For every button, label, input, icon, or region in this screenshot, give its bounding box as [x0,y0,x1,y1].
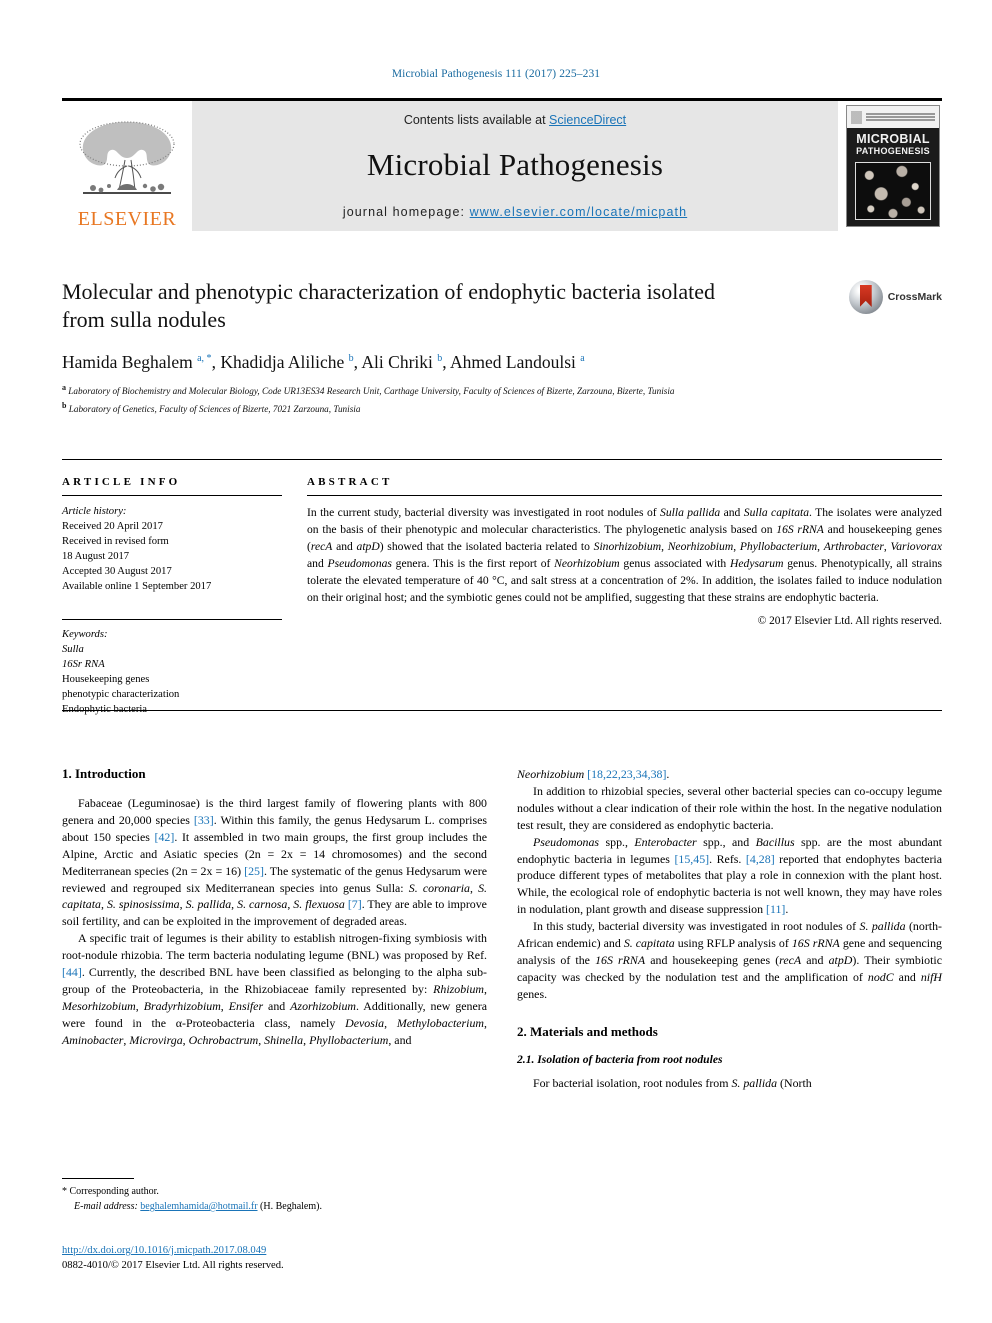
keyword-item: Sulla [62,644,84,656]
article-info-divider [62,495,282,496]
info-rule-top [62,459,942,460]
article-info-column: ARTICLE INFO Article history: Received 2… [62,476,282,717]
info-rule-bottom [62,710,942,711]
paragraph: A specific trait of legumes is their abi… [62,931,488,1047]
affiliation-b: b Laboratory of Genetics, Faculty of Sci… [62,400,852,416]
paragraph: In addition to rhizobial species, severa… [517,783,942,832]
journal-title: Microbial Pathogenesis [366,147,664,182]
section-heading-introduction: 1. Introduction [62,766,146,781]
keywords-block: Keywords: Sulla 16Sr RNA Housekeeping ge… [62,627,282,717]
abstract-heading: ABSTRACT [307,476,393,488]
corresponding-author-footnote: * Corresponding author. E-mail address: … [62,1178,487,1214]
abstract-divider [307,495,942,496]
crossmark-label: CrossMark [887,291,942,303]
author-list: Hamida Beghalem a, *, Khadidja Aliliche … [62,352,585,373]
paragraph: Fabaceae (Leguminosae) is the third larg… [62,796,487,929]
body-right-column: Neorhizobium [18,22,23,34,38]. In additi… [517,766,942,1092]
asterisk-icon: * [62,1186,67,1197]
doi-block: http://dx.doi.org/10.1016/j.micpath.2017… [62,1243,487,1274]
corresponding-author-label: Corresponding author. [69,1186,159,1197]
info-abstract-region: ARTICLE INFO Article history: Received 2… [62,476,942,717]
contents-line: Contents lists available at ScienceDirec… [202,113,828,127]
cover-mini-logo-icon [851,110,862,124]
article-title-block: Molecular and phenotypic characterizatio… [62,278,942,416]
paragraph: In this study, bacterial diversity was i… [517,919,942,1001]
history-item: Received in revised form [62,536,169,548]
paragraph: Pseudomonas spp., Enterobacter spp., and… [517,834,942,917]
cover-title: MICROBIAL PATHOGENESIS [847,128,939,157]
masthead-center: Contents lists available at ScienceDirec… [192,101,838,231]
abstract-column: ABSTRACT In the current study, bacterial… [307,476,942,717]
affiliation-mark-b: b [62,400,67,410]
cover-title-line1: MICROBIAL [856,132,930,146]
doi-link[interactable]: http://dx.doi.org/10.1016/j.micpath.2017… [62,1245,266,1256]
history-item: Available online 1 September 2017 [62,581,212,593]
keyword-item: phenotypic characterization [62,689,180,701]
cover-title-line2: PATHOGENESIS [856,146,930,157]
journal-homepage-link[interactable]: www.elsevier.com/locate/micpath [470,205,688,219]
paragraph: Neorhizobium [18,22,23,34,38]. [517,767,670,781]
crossmark-badge[interactable]: CrossMark [848,280,942,314]
body-two-columns: 1. Introduction Fabaceae (Leguminosae) i… [62,766,942,1092]
elsevier-wordmark: ELSEVIER [77,208,177,230]
history-item: 18 August 2017 [62,551,130,563]
abstract-copyright: © 2017 Elsevier Ltd. All rights reserved… [757,615,942,628]
body-left-column: 1. Introduction Fabaceae (Leguminosae) i… [62,766,487,1092]
homepage-prefix: journal homepage: [342,205,470,219]
affiliation-a: a Laboratory of Biochemistry and Molecul… [62,382,852,398]
journal-masthead: ELSEVIER Contents lists available at Sci… [62,98,942,231]
article-history-label: Article history: [62,506,127,517]
sciencedirect-link[interactable]: ScienceDirect [549,113,626,127]
elsevier-tree-icon [79,121,175,194]
keyword-item: 16Sr RNA [62,659,105,671]
cover-header-strip [847,106,939,128]
paper-page: Microbial Pathogenesis 111 (2017) 225–23… [0,0,992,1323]
cover-micrograph-image [855,162,931,220]
subsection-heading-isolation: 2.1. Isolation of bacteria from root nod… [517,1052,723,1066]
running-head: Microbial Pathogenesis 111 (2017) 225–23… [391,68,601,80]
footnote-rule [62,1178,134,1179]
history-item: Received 20 April 2017 [62,521,163,533]
keyword-item: Housekeeping genes [62,674,150,686]
keywords-divider [62,619,282,621]
keywords-label: Keywords: [62,629,108,641]
email-link[interactable]: beghalemhamida@hotmail.fr [140,1201,257,1212]
affiliation-mark-a: a [62,383,66,393]
affiliation-text-b: Laboratory of Genetics, Faculty of Scien… [68,403,361,414]
email-line: E-mail address: beghalemhamida@hotmail.f… [62,1199,487,1214]
abstract-text: In the current study, bacterial diversit… [307,506,943,605]
crossmark-icon [848,280,883,314]
affiliation-text-a: Laboratory of Biochemistry and Molecular… [68,386,675,397]
section-heading-materials-and-methods: 2. Materials and methods [517,1023,658,1039]
corresponding-author-line: * Corresponding author. [62,1184,487,1199]
journal-homepage-line: journal homepage: www.elsevier.com/locat… [202,205,828,219]
email-owner: (H. Beghalem). [260,1201,322,1212]
elsevier-logo: ELSEVIER [62,101,192,231]
issn-copyright-line: 0882-4010/© 2017 Elsevier Ltd. All right… [62,1260,284,1272]
paragraph: For bacterial isolation, root nodules fr… [533,1075,812,1090]
contents-prefix: Contents lists available at [403,113,550,127]
journal-cover-thumbnail: MICROBIAL PATHOGENESIS [838,101,942,231]
cover-image: MICROBIAL PATHOGENESIS [846,105,940,227]
article-info-heading: ARTICLE INFO [62,476,181,488]
article-history-block: Article history: Received 20 April 2017 … [62,504,282,594]
history-item: Accepted 30 August 2017 [62,566,172,578]
page-title: Molecular and phenotypic characterizatio… [62,279,715,333]
cover-mini-text-lines [862,112,935,123]
email-label: E-mail address: [74,1201,138,1212]
